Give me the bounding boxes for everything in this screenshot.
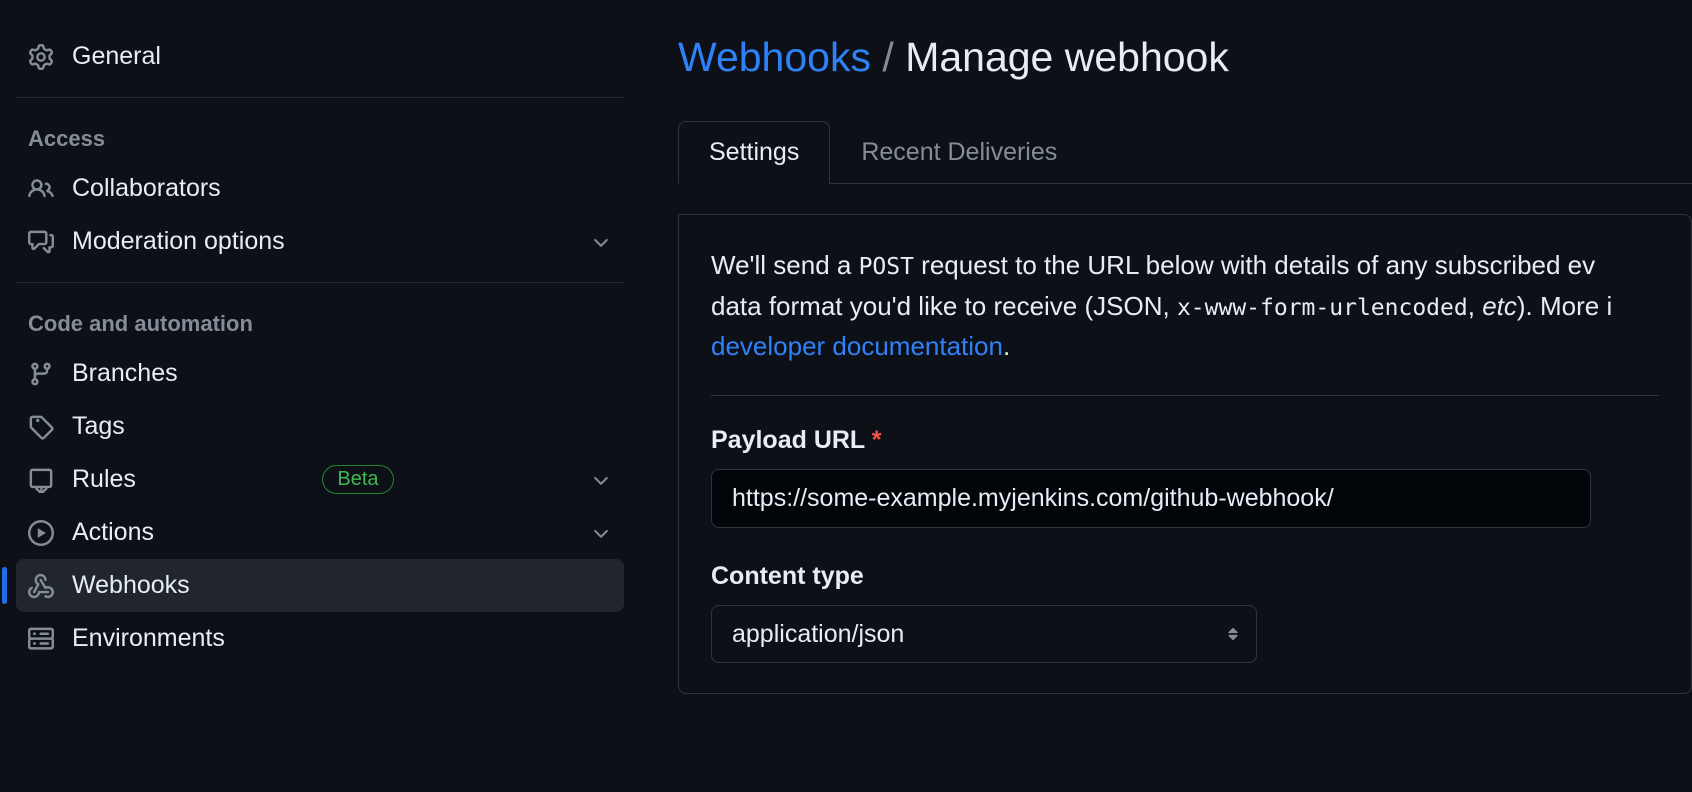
post-code: POST — [859, 254, 914, 280]
beta-badge: Beta — [322, 465, 393, 494]
sidebar-item-label: Tags — [72, 412, 125, 441]
payload-url-input[interactable] — [711, 469, 1591, 528]
sidebar-item-tags[interactable]: Tags — [16, 400, 624, 453]
divider — [16, 97, 624, 98]
sidebar-item-rules[interactable]: Rules Beta — [16, 453, 624, 506]
webhook-icon — [28, 573, 54, 599]
sidebar-item-environments[interactable]: Environments — [16, 612, 624, 665]
sidebar-item-label: Webhooks — [72, 571, 190, 600]
sidebar-item-general[interactable]: General — [16, 30, 624, 83]
chevron-down-icon — [590, 469, 612, 491]
sidebar-section-code: Code and automation — [16, 297, 624, 347]
sidebar-item-webhooks[interactable]: Webhooks — [16, 559, 624, 612]
play-icon — [28, 520, 54, 546]
tag-icon — [28, 414, 54, 440]
sidebar-item-label: Branches — [72, 359, 178, 388]
settings-pane: We'll send a POST request to the URL bel… — [678, 214, 1692, 694]
sidebar-item-collaborators[interactable]: Collaborators — [16, 162, 624, 215]
sidebar-item-label: Collaborators — [72, 174, 221, 203]
sidebar-item-label: Environments — [72, 624, 225, 653]
breadcrumb: Webhooks / Manage webhook — [678, 34, 1692, 81]
gear-icon — [28, 44, 54, 70]
sidebar-section-access: Access — [16, 112, 624, 162]
content-type-select[interactable]: application/json — [711, 605, 1257, 663]
sidebar-item-actions[interactable]: Actions — [16, 506, 624, 559]
chevron-down-icon — [590, 231, 612, 253]
main-content: Webhooks / Manage webhook Settings Recen… — [640, 0, 1692, 792]
tab-settings[interactable]: Settings — [678, 121, 830, 184]
server-icon — [28, 626, 54, 652]
sidebar-item-label: Actions — [72, 518, 154, 547]
repo-push-icon — [28, 467, 54, 493]
chevron-down-icon — [590, 522, 612, 544]
sidebar-item-label: Moderation options — [72, 227, 285, 256]
sidebar-item-label: General — [72, 42, 161, 71]
required-asterisk: * — [872, 426, 882, 454]
breadcrumb-separator: / — [882, 34, 893, 80]
divider — [16, 282, 624, 283]
payload-url-label: Payload URL * — [711, 426, 1659, 455]
developer-documentation-link[interactable]: developer documentation — [711, 331, 1003, 361]
tab-bar: Settings Recent Deliveries — [678, 121, 1692, 184]
people-icon — [28, 176, 54, 202]
settings-sidebar: General Access Collaborators Moderation … — [0, 0, 640, 792]
content-type-label: Content type — [711, 562, 1659, 591]
breadcrumb-parent-link[interactable]: Webhooks — [678, 34, 871, 80]
sidebar-item-moderation[interactable]: Moderation options — [16, 215, 624, 268]
sidebar-item-branches[interactable]: Branches — [16, 347, 624, 400]
encoding-code: x-www-form-urlencoded — [1177, 295, 1468, 321]
sidebar-item-label: Rules — [72, 465, 136, 494]
tab-recent-deliveries[interactable]: Recent Deliveries — [830, 121, 1088, 184]
comment-discussion-icon — [28, 229, 54, 255]
git-branch-icon — [28, 361, 54, 387]
breadcrumb-current: Manage webhook — [905, 34, 1229, 80]
intro-text: We'll send a POST request to the URL bel… — [711, 245, 1659, 396]
